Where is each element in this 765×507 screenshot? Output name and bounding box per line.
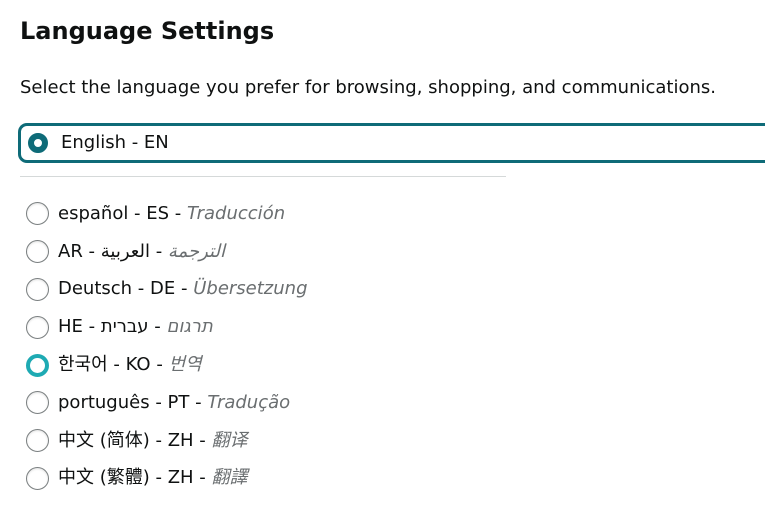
page-description: Select the language you prefer for brows… — [20, 77, 716, 98]
language-option-label: 한국어 - KO - 번역 — [58, 354, 202, 376]
radio-checked-icon[interactable] — [28, 133, 48, 153]
radio-icon[interactable] — [26, 240, 49, 264]
radio-icon[interactable] — [26, 315, 49, 339]
language-option-label: English - EN — [61, 132, 169, 153]
language-options-list: español - ES - Traducción العربية - AR -… — [26, 195, 308, 497]
language-option-label: العربية - AR - الترجمة — [58, 240, 225, 262]
translation-hint: Traducción — [187, 202, 286, 224]
language-option-label: 中文 (简体) - ZH - 翻译 — [58, 429, 248, 451]
page-title: Language Settings — [20, 17, 275, 45]
language-option-es[interactable]: español - ES - Traducción — [26, 195, 308, 233]
translation-hint: תרגום — [166, 316, 213, 338]
translation-hint: Übersetzung — [193, 278, 308, 300]
language-option-label: español - ES - Traducción — [58, 202, 286, 224]
language-option-label: עברית - HE - תרגום — [58, 316, 213, 338]
radio-icon[interactable] — [26, 429, 49, 453]
translation-hint: Tradução — [207, 391, 291, 413]
language-option-zh-tw[interactable]: 中文 (繁體) - ZH - 翻譯 — [26, 460, 308, 498]
translation-hint: 번역 — [168, 354, 202, 376]
radio-focused-icon[interactable] — [26, 353, 49, 377]
language-option-ko[interactable]: 한국어 - KO - 번역 — [26, 346, 308, 384]
language-option-label: português - PT - Tradução — [58, 391, 291, 413]
radio-icon[interactable] — [26, 391, 49, 415]
translation-hint: الترجمة — [167, 240, 225, 262]
language-option-de[interactable]: Deutsch - DE - Übersetzung — [26, 271, 308, 309]
language-option-ar[interactable]: العربية - AR - الترجمة — [26, 233, 308, 271]
radio-icon[interactable] — [26, 277, 49, 301]
language-option-zh-cn[interactable]: 中文 (简体) - ZH - 翻译 — [26, 422, 308, 460]
translation-hint: 翻譯 — [211, 467, 248, 489]
language-option-en[interactable]: English - EN — [18, 123, 765, 163]
language-settings-page: Language Settings Select the language yo… — [0, 0, 765, 507]
language-option-label: 中文 (繁體) - ZH - 翻譯 — [58, 467, 248, 489]
divider — [20, 176, 506, 177]
language-option-he[interactable]: עברית - HE - תרגום — [26, 308, 308, 346]
radio-icon[interactable] — [26, 466, 49, 490]
language-option-label: Deutsch - DE - Übersetzung — [58, 278, 308, 300]
translation-hint: 翻译 — [211, 429, 248, 451]
radio-icon[interactable] — [26, 202, 49, 226]
language-option-pt[interactable]: português - PT - Tradução — [26, 384, 308, 422]
